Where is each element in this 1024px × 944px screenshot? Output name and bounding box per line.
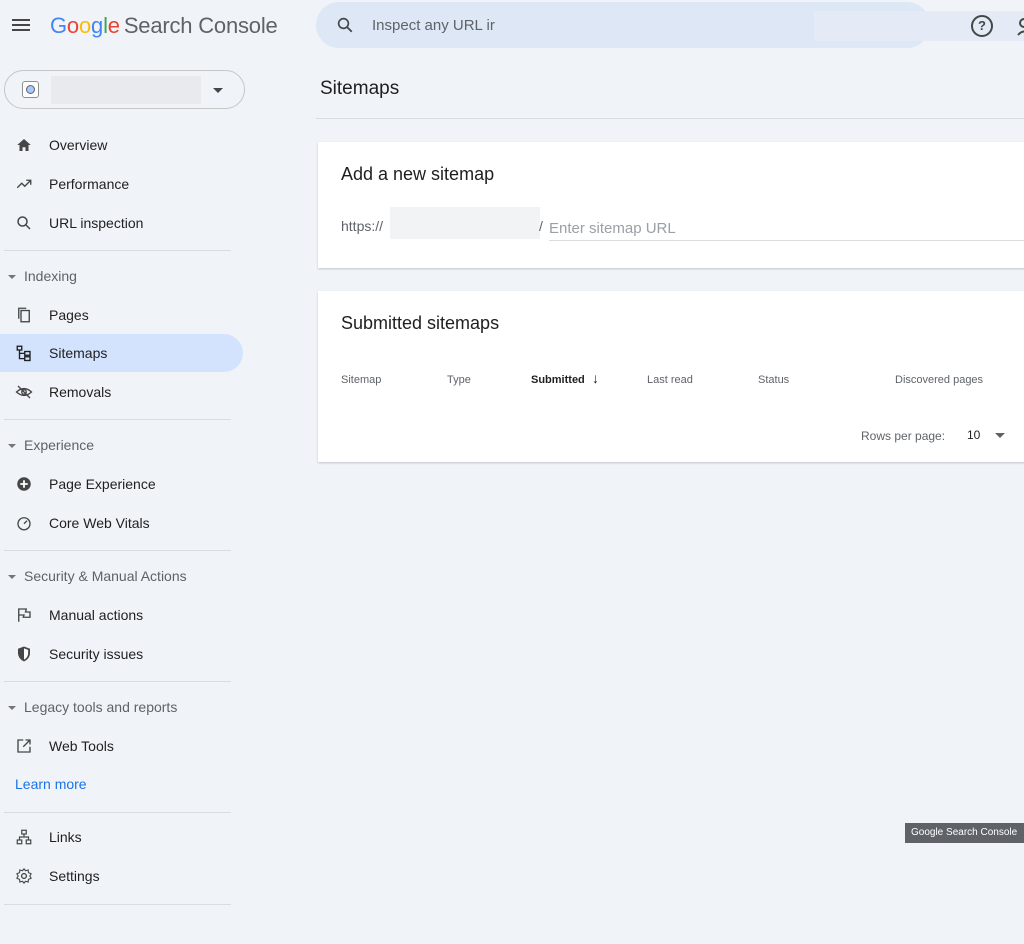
url-inspection-search-bar[interactable]: Inspect any URL ir xyxy=(316,2,1024,48)
sidebar-item-label: Removals xyxy=(49,384,112,400)
sidebar-item-core-web-vitals[interactable]: Core Web Vitals xyxy=(0,504,243,542)
sidebar-divider xyxy=(4,550,231,551)
sidebar-item-label: Settings xyxy=(49,868,100,884)
sidebar-item-security-issues[interactable]: Security issues xyxy=(0,635,243,673)
rows-per-page-select[interactable]: 10 xyxy=(967,428,980,442)
section-title: Legacy tools and reports xyxy=(24,699,178,715)
column-header-type[interactable]: Type xyxy=(447,374,471,386)
column-header-status[interactable]: Status xyxy=(758,374,789,386)
hamburger-menu-icon[interactable] xyxy=(12,16,32,36)
add-sitemap-card: Add a new sitemap https:// / xyxy=(318,142,1024,268)
collapse-triangle-icon xyxy=(8,575,16,580)
chevron-down-icon xyxy=(213,88,223,93)
redacted-property-name xyxy=(51,76,201,104)
section-title: Experience xyxy=(24,437,95,453)
sidebar-item-label: Manual actions xyxy=(49,607,144,623)
section-header-indexing[interactable]: Indexing xyxy=(8,268,77,284)
sidebar-item-label: Sitemaps xyxy=(49,345,108,361)
sidebar-item-label: Core Web Vitals xyxy=(49,515,150,531)
sidebar-item-pages[interactable]: Pages xyxy=(0,296,243,334)
flag-icon xyxy=(18,608,31,622)
collapse-triangle-icon xyxy=(8,706,16,711)
sidebar-item-sitemaps[interactable]: Sitemaps xyxy=(0,334,243,372)
sidebar-divider xyxy=(4,812,231,813)
tooltip: Google Search Console xyxy=(905,823,1024,843)
sidebar-item-url-inspection[interactable]: URL inspection xyxy=(0,204,243,242)
arrow-down-icon[interactable]: ↓ xyxy=(592,370,599,386)
search-console-logo[interactable]: Google Search Console xyxy=(50,13,278,39)
collapse-triangle-icon xyxy=(8,275,16,280)
chevron-down-icon[interactable] xyxy=(995,433,1005,438)
sidebar-item-label: URL inspection xyxy=(49,215,144,231)
external-link-icon xyxy=(17,739,31,753)
logo-product-name: Search Console xyxy=(123,13,278,38)
logo-letter: g xyxy=(91,13,104,38)
removals-icon xyxy=(15,385,33,399)
sidebar-divider xyxy=(4,250,231,251)
sidebar-item-page-experience[interactable]: Page Experience xyxy=(0,465,243,503)
trending-icon xyxy=(16,179,32,189)
sidebar-item-removals[interactable]: Removals xyxy=(0,373,243,411)
rows-per-page-label: Rows per page: xyxy=(861,429,946,443)
pages-icon xyxy=(18,307,30,323)
column-header-discovered-pages[interactable]: Discovered pages xyxy=(895,374,983,386)
account-icon[interactable] xyxy=(1016,16,1024,36)
sidebar-item-label: Web Tools xyxy=(49,738,114,754)
logo-letter: e xyxy=(107,13,120,38)
globe-icon xyxy=(22,81,39,98)
submitted-sitemaps-title: Submitted sitemaps xyxy=(341,313,500,333)
collapse-triangle-icon xyxy=(8,444,16,449)
sidebar-item-links[interactable]: Links xyxy=(0,818,243,856)
sidebar-item-label: Pages xyxy=(49,307,89,323)
section-header-experience[interactable]: Experience xyxy=(8,437,94,453)
url-separator: / xyxy=(539,218,543,234)
redacted-domain xyxy=(390,207,540,239)
app-header: Google Search Console Inspect any URL ir … xyxy=(0,0,1024,52)
property-selector[interactable] xyxy=(4,70,245,109)
sitemap-url-input[interactable] xyxy=(549,216,1024,241)
links-icon xyxy=(16,829,32,845)
sidebar-item-performance[interactable]: Performance xyxy=(0,165,243,203)
gauge-icon xyxy=(17,517,31,531)
sidebar-item-settings[interactable]: Settings xyxy=(0,857,243,895)
help-circle-icon[interactable]: ? xyxy=(971,15,993,37)
column-header-submitted[interactable]: Submitted xyxy=(531,374,585,386)
submitted-sitemaps-card: Submitted sitemaps Sitemap Type Submitte… xyxy=(318,291,1024,462)
sidebar-item-label: Performance xyxy=(49,176,130,192)
column-header-last-read[interactable]: Last read xyxy=(647,374,693,386)
page-title: Sitemaps xyxy=(320,78,400,99)
logo-letter: o xyxy=(78,13,92,38)
section-header-security[interactable]: Security & Manual Actions xyxy=(8,568,187,584)
sidebar-divider xyxy=(4,904,231,905)
section-title: Indexing xyxy=(24,268,77,284)
section-header-legacy[interactable]: Legacy tools and reports xyxy=(8,699,177,715)
sidebar-divider xyxy=(4,681,231,682)
add-sitemap-title: Add a new sitemap xyxy=(341,164,495,184)
search-icon xyxy=(17,216,31,230)
sidebar-item-label: Links xyxy=(49,829,82,845)
title-divider xyxy=(316,118,1024,119)
sidebar-item-overview[interactable]: Overview xyxy=(0,126,243,164)
learn-more-link[interactable]: Learn more xyxy=(15,776,87,792)
sidebar-divider xyxy=(4,419,231,420)
sitemap-url-prefix: https:// xyxy=(341,218,384,234)
search-icon xyxy=(337,17,353,33)
sidebar-item-label: Page Experience xyxy=(49,476,156,492)
logo-letter: G xyxy=(50,13,67,38)
shield-icon xyxy=(18,646,30,662)
column-header-sitemap[interactable]: Sitemap xyxy=(341,374,381,386)
sidebar-item-manual-actions[interactable]: Manual actions xyxy=(0,596,243,634)
search-placeholder: Inspect any URL ir xyxy=(372,17,495,34)
sidebar-item-web-tools[interactable]: Web Tools xyxy=(0,727,243,765)
section-title: Security & Manual Actions xyxy=(24,568,187,584)
home-icon xyxy=(17,139,31,151)
logo-letter: o xyxy=(66,13,79,38)
page-experience-icon xyxy=(17,477,31,491)
settings-icon xyxy=(16,867,32,885)
sidebar-item-label: Security issues xyxy=(49,646,144,662)
sitemap-icon xyxy=(16,345,31,362)
sidebar-item-label: Overview xyxy=(49,137,108,153)
